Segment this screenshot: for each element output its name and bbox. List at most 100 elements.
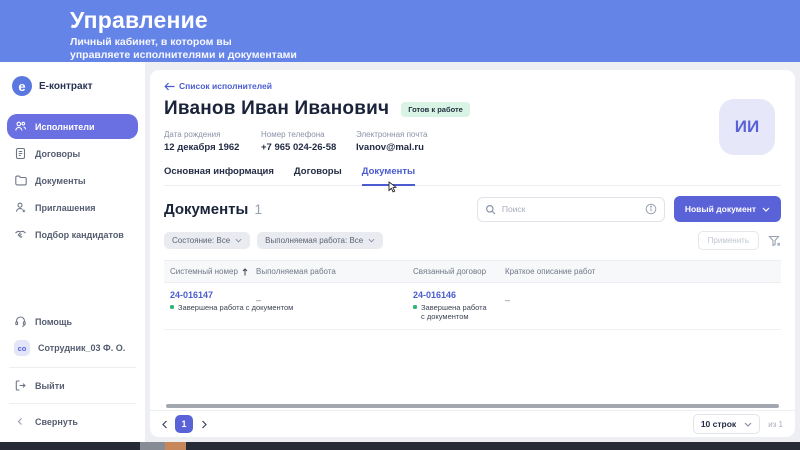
documents-section-title: Документы [164, 200, 249, 218]
brand: е Е-контракт [7, 76, 138, 96]
progress-segment [165, 442, 186, 450]
contract-number-link[interactable]: 24-016146 [413, 290, 491, 300]
sort-asc-icon [242, 267, 248, 276]
filter-label: Состояние: Все [172, 236, 231, 245]
search-box[interactable] [476, 196, 665, 222]
search-input[interactable] [501, 204, 639, 214]
banner-title: Управление [70, 7, 208, 33]
user-account[interactable]: со Сотрудник_03 Ф. О. [7, 334, 138, 362]
page-number-button[interactable]: 1 [175, 415, 193, 433]
sidebar-item-label: Приглашения [35, 202, 96, 213]
new-document-label: Новый документ [684, 204, 756, 214]
tab-label: Договоры [293, 166, 342, 177]
tab-documents[interactable]: Документы [361, 166, 416, 193]
brand-name: Е-контракт [39, 80, 93, 92]
field-label: Номер телефона [261, 130, 325, 139]
chevron-left-icon [14, 415, 27, 428]
status-badge: Готов к работе [401, 101, 470, 117]
help-button[interactable]: Помощь [7, 309, 138, 334]
column-header-system-number[interactable]: Системный номер [170, 267, 256, 276]
content-card: Список исполнителей Иванов Иван Иванович… [150, 70, 795, 437]
sidebar-item-executors[interactable]: Исполнители [7, 114, 138, 139]
sidebar-item-label: Подбор кандидатов [35, 229, 124, 240]
back-link-label: Список исполнителей [179, 81, 272, 91]
filter-work[interactable]: Выполняемая работа: Все [257, 232, 384, 249]
folder-icon [14, 174, 27, 187]
table-header: Системный номер Выполняемая работа Связа… [164, 260, 781, 283]
video-progress-bar[interactable] [0, 442, 800, 450]
sidebar: е Е-контракт Исполнители Договоры Докуме… [0, 62, 145, 442]
tab-contracts[interactable]: Договоры [294, 166, 342, 185]
sidebar-item-invitations[interactable]: Приглашения [7, 195, 138, 220]
field-value: +7 965 024-26-58 [261, 142, 337, 153]
filter-state[interactable]: Состояние: Все [164, 232, 251, 249]
back-link[interactable]: Список исполнителей [164, 81, 272, 91]
field-value: 12 декабря 1962 [164, 142, 240, 153]
prev-page-icon[interactable] [156, 416, 172, 432]
page-banner: Управление Личный кабинет, в котором вы … [0, 0, 800, 62]
field-email: Электронная почта Ivanov@mal.ru [356, 130, 427, 153]
page-of-label: из 1 [768, 419, 783, 429]
person-name: Иванов Иван Иванович [164, 98, 390, 119]
column-header-description[interactable]: Краткое описание работ [505, 267, 781, 276]
new-document-button[interactable]: Новый документ [673, 196, 781, 222]
table-row[interactable]: 24-016147 Завершена работа с документом … [164, 283, 781, 330]
logout-label: Выйти [35, 380, 65, 391]
collapse-label: Свернуть [35, 416, 78, 427]
user-avatar: со [14, 340, 30, 356]
apply-filters-button[interactable]: Применить [697, 231, 759, 250]
handshake-icon [14, 228, 27, 241]
column-header-work[interactable]: Выполняемая работа [256, 267, 413, 276]
chevron-down-icon [744, 422, 752, 427]
person-avatar: ИИ [719, 99, 775, 155]
field-phone: Номер телефона +7 965 024-26-58 [261, 130, 356, 153]
person-add-icon [14, 201, 27, 214]
chevron-down-icon [368, 238, 375, 243]
brand-logo-icon: е [12, 76, 32, 96]
chevron-down-icon [235, 238, 242, 243]
people-icon [14, 120, 27, 133]
profile-tabs: Основная информация Договоры Документы [164, 166, 781, 193]
document-number-link[interactable]: 24-016147 [170, 290, 256, 300]
info-icon[interactable] [645, 203, 657, 215]
banner-subtitle-line1: Личный кабинет, в котором вы [70, 36, 232, 48]
next-page-icon[interactable] [196, 416, 212, 432]
tab-label: Основная информация [164, 166, 274, 177]
tab-main-info[interactable]: Основная информация [164, 166, 274, 185]
search-icon [485, 204, 496, 215]
field-birthdate: Дата рождения 12 декабря 1962 [164, 130, 261, 153]
horizontal-scrollbar[interactable] [166, 404, 779, 408]
field-label: Электронная почта [356, 130, 428, 139]
clear-filter-icon[interactable] [768, 235, 781, 247]
mouse-cursor-icon [388, 181, 398, 193]
sidebar-item-documents[interactable]: Документы [7, 168, 138, 193]
headset-icon [14, 315, 27, 328]
rows-per-page-value: 10 строк [700, 419, 737, 429]
sidebar-item-label: Договоры [35, 148, 81, 159]
work-value: – [256, 295, 262, 305]
tab-label: Документы [361, 166, 416, 177]
rows-per-page-select[interactable]: 10 строк [692, 414, 761, 434]
column-label: Выполняемая работа [256, 267, 336, 276]
collapse-button[interactable]: Свернуть [7, 409, 138, 434]
back-arrow-icon [164, 82, 175, 91]
documents-table: Системный номер Выполняемая работа Связа… [164, 260, 781, 330]
pagination-bar: 1 10 строк из 1 [150, 410, 795, 437]
sidebar-item-label: Документы [35, 175, 86, 186]
banner-subtitle-line2: управляете исполнителями и документами [70, 48, 297, 61]
documents-count: 1 [254, 201, 263, 217]
column-label: Связанный договор [413, 267, 487, 276]
sidebar-item-candidate-selection[interactable]: Подбор кандидатов [7, 222, 138, 247]
column-label: Системный номер [170, 267, 238, 276]
user-name: Сотрудник_03 Ф. О. [38, 343, 126, 353]
column-header-contract[interactable]: Связанный договор [413, 267, 505, 276]
description-value: – [505, 295, 511, 305]
divider [9, 403, 136, 404]
field-value: Ivanov@mal.ru [356, 142, 424, 153]
contract-status: Завершена работа с документом [421, 303, 487, 321]
progress-segment [140, 442, 165, 450]
logout-button[interactable]: Выйти [7, 373, 138, 398]
sidebar-item-label: Исполнители [35, 121, 95, 132]
help-label: Помощь [35, 316, 73, 327]
sidebar-item-contracts[interactable]: Договоры [7, 141, 138, 166]
